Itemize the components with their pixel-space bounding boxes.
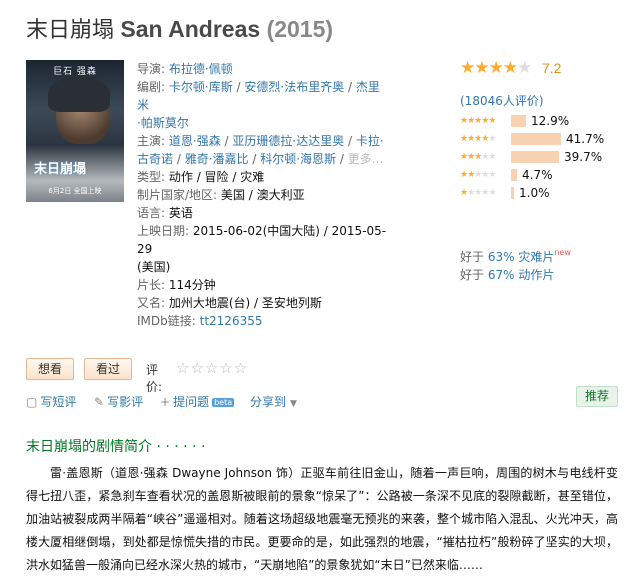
release-value-cont: (美国) [137,260,171,274]
movie-poster[interactable]: 巨石 强森 末日崩塌 6月2日 全国上映 [26,60,124,202]
rate-stars-input[interactable]: ☆☆☆☆☆ [176,359,248,377]
page-title: 末日崩塌 San Andreas (2015) [26,12,333,44]
country-row: 制片国家/地区: 美国 / 澳大利亚 [137,186,391,204]
release-label: 上映日期: [137,224,190,238]
cast-link[interactable]: 道恩·强森 [169,134,221,148]
rating-bar [511,151,559,163]
genre-label: 类型: [137,170,166,184]
imdb-row: IMDb链接: tt2126355 [137,312,391,330]
write-review-label: 写影评 [107,395,144,409]
pencil-icon: ✎ [94,395,105,409]
cast-link[interactable]: 古奇诺 [137,152,173,166]
writer-link[interactable]: 卡尔顿·库斯 [169,80,233,94]
share-label: 分享到 [250,395,287,409]
genre-row: 类型: 动作 / 冒险 / 灾难 [137,168,391,186]
aka-value: 加州大地震(台) / 圣安地列斯 [168,296,322,310]
votes-link[interactable]: (18046人评价) [460,92,544,109]
writers-label: 编剧: [137,80,166,94]
writer-link[interactable]: ·帕斯莫尔 [137,116,189,130]
rating-row-stars: ★★★★★ [460,134,496,144]
imdb-label: IMDb链接: [137,314,196,328]
country-label: 制片国家/地区: [137,188,218,202]
share-link[interactable]: 分享到 ▼ [250,393,297,410]
aka-label: 又名: [137,296,166,310]
rating-score: 7.2 [542,60,562,76]
ask-question-link[interactable]: + 提问题 beta [160,393,235,410]
runtime-row: 片长: 114分钟 [137,276,391,294]
plot-summary: 雷·盖恩斯（道恩·强森 Dwayne Johnson 饰）正驱车前往旧金山，随着… [26,466,618,572]
rating-row-stars: ★★★★★ [460,170,496,180]
cast-row: 主演: 道恩·强森 / 亚历珊德拉·达达里奥 / 卡拉· 古奇诺 / 雅奇·潘嘉比… [137,134,384,166]
poster-title-text: 末日崩塌 [34,162,87,177]
rate-label: 评价: [146,363,163,394]
title-year: (2015) [266,16,334,42]
language-row: 语言: 英语 [137,204,391,222]
want-to-watch-button[interactable]: 想看 [26,358,74,380]
write-comment-link[interactable]: ▢ 写短评 [26,393,76,410]
beta-badge: beta [212,398,235,407]
release-row: 上映日期: 2015-06-02(中国大陆) / 2015-05-29 (美国) [137,222,391,276]
ask-question-label: 提问题 [173,395,210,409]
rating-percent: 41.7% [566,132,605,146]
cast-link[interactable]: 卡拉· [356,134,384,148]
writers-row: 编剧: 卡尔顿·库斯 / 安德烈·法布里齐奥 / 杰里米 ·帕斯莫尔 [137,80,380,130]
director-label: 导演: [137,62,166,76]
cast-link[interactable]: 亚历珊德拉·达达里奥 [232,134,344,148]
new-badge: new [554,248,571,257]
watched-button[interactable]: 看过 [84,358,132,380]
better-prefix: 好于 [460,250,485,264]
score-stars: ★★★★★ [460,58,532,78]
director-row: 导演: 布拉德·佩顿 [137,60,391,78]
imdb-link[interactable]: tt2126355 [200,314,263,328]
aka-row: 又名: 加州大地震(台) / 圣安地列斯 [137,294,391,312]
language-value: 英语 [168,206,193,220]
movie-info: 导演: 布拉德·佩顿 编剧: 卡尔顿·库斯 / 安德烈·法布里齐奥 / 杰里米 ·… [137,60,391,330]
write-comment-label: 写短评 [40,395,77,409]
rating-bar [511,187,514,199]
better-than-row: 好于 67% 动作片 [460,266,554,283]
poster-top-text: 巨石 强森 [53,67,97,77]
better-prefix: 好于 [460,268,485,282]
runtime-label: 片长: [137,278,166,292]
poster-helmet [48,76,110,112]
rating-bar [511,133,561,145]
cast-link[interactable]: 科尔顿·海恩斯 [260,152,336,166]
language-label: 语言: [137,206,166,220]
rating-bar [511,115,526,127]
rating-percent: 12.9% [531,114,570,128]
country-value: 美国 / 澳大利亚 [220,188,305,202]
better-link[interactable]: 67% 动作片 [488,268,555,282]
rating-row-stars: ★★★★★ [460,188,496,198]
chevron-down-icon: ▼ [290,399,297,409]
cast-more-link[interactable]: 更多... [348,152,383,166]
title-en: San Andreas [120,16,261,42]
better-link[interactable]: 63% 灾难片 [488,250,555,264]
rating-row-stars: ★★★★★ [460,152,496,162]
director-link[interactable]: 布拉德·佩顿 [169,62,233,76]
runtime-value: 114分钟 [168,278,216,292]
poster-date-text: 6月2日 全国上映 [48,187,102,195]
title-cn: 末日崩塌 [26,18,115,43]
rating-percent: 4.7% [522,168,553,182]
summary-heading: 末日崩塌的剧情简介 · · · · · · [26,439,206,455]
plus-icon: + [160,395,171,409]
write-review-link[interactable]: ✎ 写影评 [94,393,143,410]
writer-link[interactable]: 安德烈·法布里齐奥 [244,80,344,94]
cast-link[interactable]: 雅奇·潘嘉比 [185,152,249,166]
rating-row-stars: ★★★★★ [460,116,496,126]
rating-percent: 1.0% [519,186,550,200]
speech-bubble-icon: ▢ [26,395,38,409]
recommend-button[interactable]: 推荐 [576,386,618,407]
rating-percent: 39.7% [564,150,603,164]
cast-label: 主演: [137,134,166,148]
genre-value: 动作 / 冒险 / 灾难 [168,170,265,184]
better-than-row: 好于 63% 灾难片new [460,248,571,265]
rating-bar [511,169,517,181]
